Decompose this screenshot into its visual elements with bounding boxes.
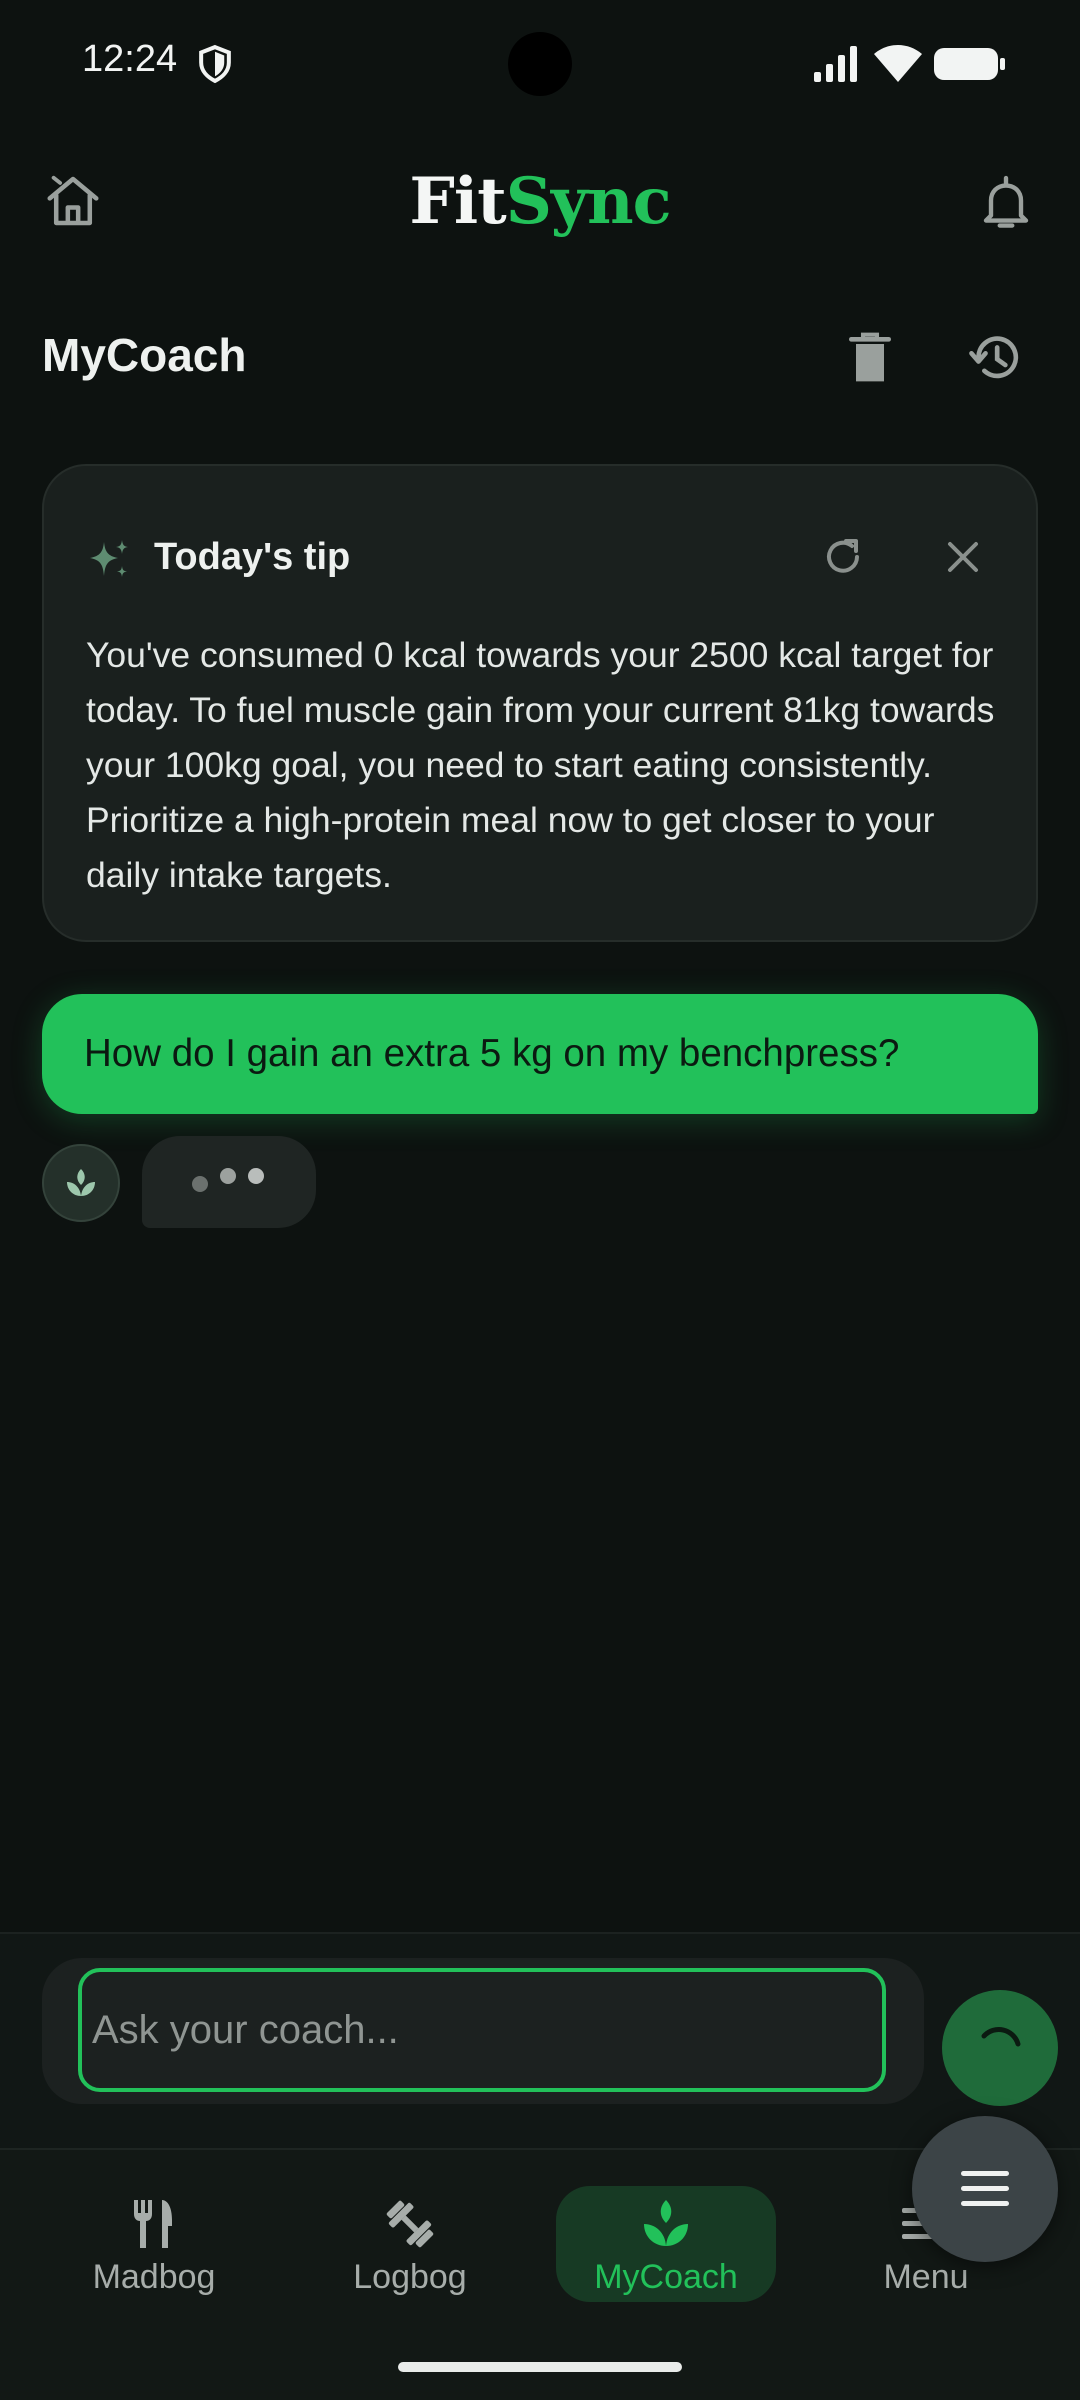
sprout-icon [644,2200,688,2246]
front-camera [508,32,572,96]
app-header: FitSync [0,150,1080,254]
user-message-bubble: How do I gain an extra 5 kg on my benchp… [42,994,1038,1114]
signal-icon [814,46,857,82]
chat-input-area [0,1932,1080,2148]
sparkle-icon [90,540,128,577]
app-screen: 12:24 FitSync MyCoach Today's tip You've… [0,0,1080,2400]
nav-label-menu: Menu [883,2258,969,2296]
bell-icon[interactable] [976,172,1036,234]
status-time: 12:24 [82,38,178,80]
loading-spinner-icon [981,2027,1021,2047]
nav-label-mycoach: MyCoach [594,2258,738,2296]
typing-dot [220,1168,236,1184]
nav-item-madbog[interactable]: Madbog [44,2186,264,2302]
send-button[interactable] [942,1990,1058,2106]
trash-icon[interactable] [846,330,894,386]
typing-indicator [142,1136,316,1228]
hamburger-icon [961,2171,1009,2206]
close-icon[interactable] [942,536,984,578]
app-title-fit: Fit [409,164,506,239]
home-indicator[interactable] [398,2362,682,2372]
history-icon[interactable] [968,330,1024,386]
tip-card: Today's tip You've consumed 0 kcal towar… [42,464,1038,942]
nav-label-logbog: Logbog [353,2258,467,2296]
user-message-text: How do I gain an extra 5 kg on my benchp… [84,1032,900,1075]
nav-item-logbog[interactable]: Logbog [300,2186,520,2302]
status-bar: 12:24 [0,0,1080,130]
refresh-icon[interactable] [820,534,866,580]
page-title: MyCoach [42,329,247,381]
app-title-sync: Sync [505,164,672,239]
nav-item-mycoach[interactable]: MyCoach [556,2186,776,2302]
coach-avatar [42,1144,120,1222]
floating-menu-button[interactable] [912,2116,1058,2262]
tip-body: You've consumed 0 kcal towards your 2500… [86,635,995,895]
app-title: FitSync [0,164,1080,239]
nav-label-madbog: Madbog [92,2258,216,2296]
coach-message-input[interactable] [78,1968,886,2092]
fork-knife-icon [134,2200,172,2248]
dumbbell-icon [386,2200,434,2248]
typing-dot [248,1168,264,1184]
input-shell [42,1958,924,2104]
shield-icon [199,44,231,84]
battery-icon [934,48,1005,80]
sprout-icon [67,1169,95,1196]
typing-dot [192,1176,208,1192]
wifi-icon [874,45,922,82]
tip-title: Today's tip [154,536,351,578]
